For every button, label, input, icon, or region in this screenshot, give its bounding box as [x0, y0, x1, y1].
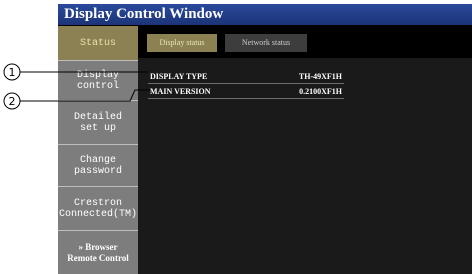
- callout-line-2: [20, 89, 150, 102]
- callout-annotations: 1 2: [3, 63, 150, 110]
- callout-number-1: 1: [9, 66, 16, 79]
- callout-number-2: 2: [9, 95, 16, 108]
